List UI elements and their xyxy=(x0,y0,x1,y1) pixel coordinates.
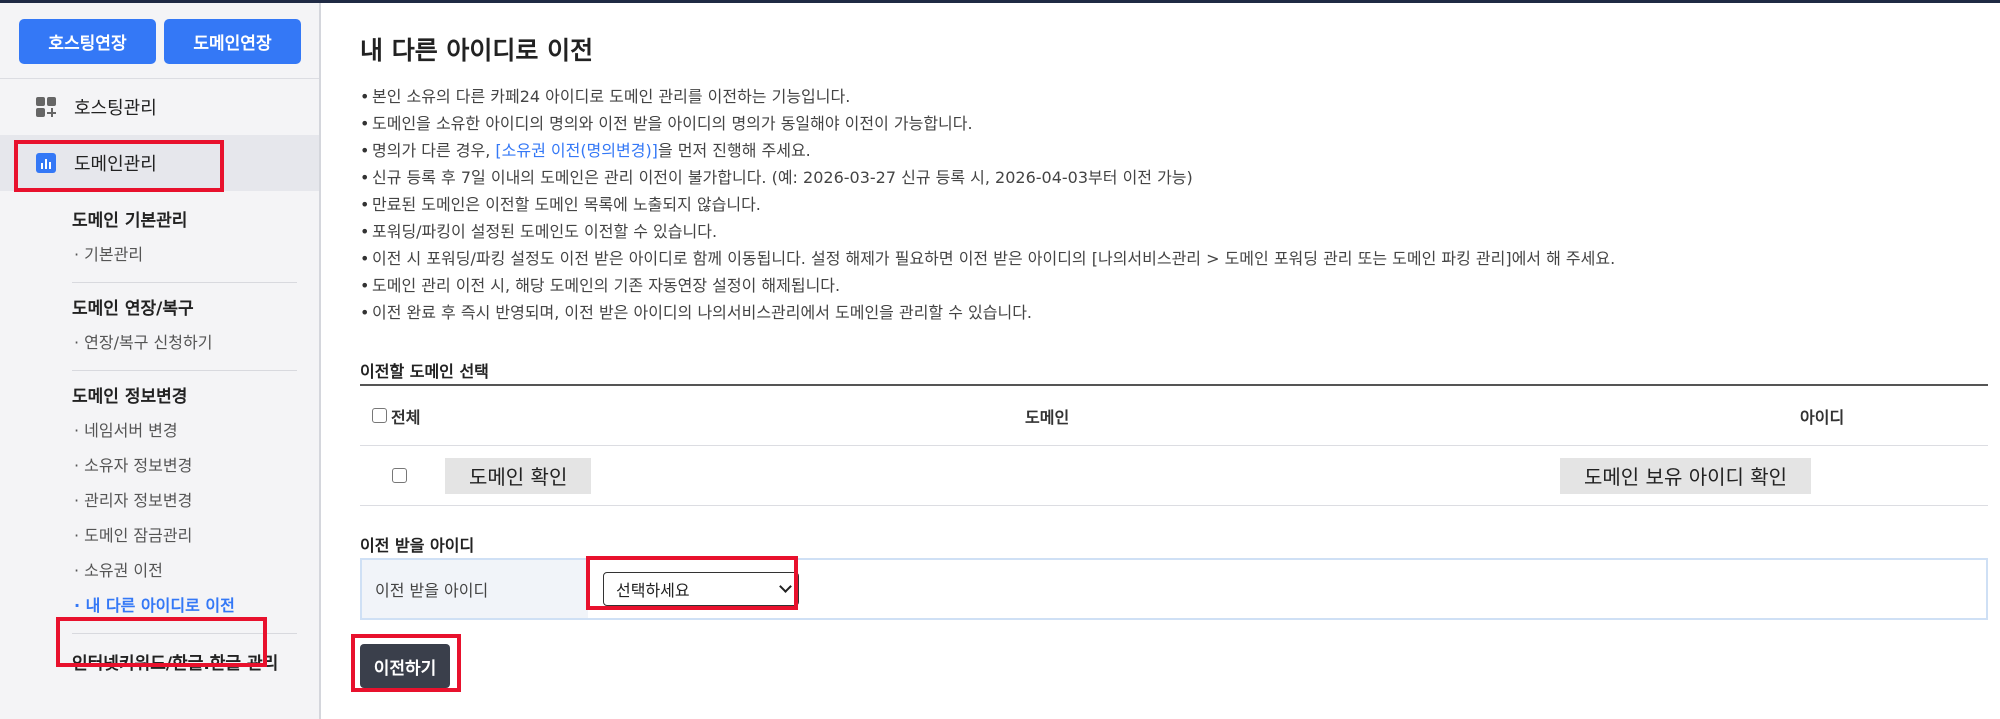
notes-list: 본인 소유의 다른 카페24 아이디로 도메인 관리를 이전하는 기능입니다. … xyxy=(360,83,1990,326)
sidebar-item-basic[interactable]: · 기본관리 xyxy=(72,237,319,272)
note-text: 을 먼저 진행해 주세요. xyxy=(657,141,811,160)
section-title: 도메인 정보변경 xyxy=(72,387,188,407)
note-item: 본인 소유의 다른 카페24 아이디로 도메인 관리를 이전하는 기능입니다. xyxy=(360,83,1990,110)
select-all[interactable]: 전체 xyxy=(372,404,420,428)
nav-hosting-mgmt[interactable]: 호스팅관리 xyxy=(0,79,319,135)
domain-owner-id-check-button[interactable]: 도메인 보유 아이디 확인 xyxy=(1560,457,1812,494)
domain-table: 전체 도메인 아이디 도메인 확인 도메인 보유 아이디 확인 xyxy=(360,384,1988,506)
section-domain-basic: 도메인 기본관리 · 기본관리 xyxy=(0,191,319,272)
divider xyxy=(72,370,297,371)
select-all-checkbox[interactable] xyxy=(372,408,387,423)
select-all-label: 전체 xyxy=(391,407,421,427)
sidebar-top-buttons: 호스팅연장 도메인연장 xyxy=(0,3,319,79)
highlight-box xyxy=(586,556,798,610)
note-item: 이전 완료 후 즉시 반영되며, 이전 받은 아이디의 나의서비스관리에서 도메… xyxy=(360,299,1990,326)
page-title: 내 다른 아이디로 이전 xyxy=(360,36,594,65)
domain-check-button[interactable]: 도메인 확인 xyxy=(445,457,592,494)
domain-column-header: 도메인 xyxy=(1025,407,1070,427)
section-title: 도메인 기본관리 xyxy=(72,211,188,231)
note-item: 도메인 관리 이전 시, 해당 도메인의 기존 자동연장 설정이 해제됩니다. xyxy=(360,272,1990,299)
hosting-renew-button[interactable]: 호스팅연장 xyxy=(19,19,156,64)
section-domain-renew: 도메인 연장/복구 · 연장/복구 신청하기 xyxy=(0,287,319,360)
section-title: 도메인 연장/복구 xyxy=(72,299,194,319)
highlight-box xyxy=(56,617,267,667)
sidebar-item-domain-lock[interactable]: · 도메인 잠금관리 xyxy=(72,518,319,553)
id-column-header: 아이디 xyxy=(1800,407,1845,427)
sidebar-item-owner-info[interactable]: · 소유자 정보변경 xyxy=(72,448,319,483)
recv-id-title: 이전 받을 아이디 xyxy=(360,536,475,555)
recv-id-label: 이전 받을 아이디 xyxy=(362,560,588,618)
sidebar: 호스팅연장 도메인연장 호스팅관리 도메인관리 도메인 기본관리 · 기본관리 … xyxy=(0,3,321,719)
note-text: 명의가 다른 경우, xyxy=(372,141,496,160)
row-checkbox[interactable] xyxy=(392,468,407,483)
table-header: 전체 도메인 아이디 xyxy=(360,386,1988,446)
note-item: 도메인을 소유한 아이디의 명의와 이전 받을 아이디의 명의가 동일해야 이전… xyxy=(360,110,1990,137)
highlight-box xyxy=(14,140,224,192)
note-item: 포워딩/파킹이 설정된 도메인도 이전할 수 있습니다. xyxy=(360,218,1990,245)
note-item: 명의가 다른 경우, [소유권 이전(명의변경)]을 먼저 진행해 주세요. xyxy=(360,137,1990,164)
note-item: 만료된 도메인은 이전할 도메인 목록에 노출되지 않습니다. xyxy=(360,191,1990,218)
note-item: 이전 시 포워딩/파킹 설정도 이전 받은 아이디로 함께 이동됩니다. 설정 … xyxy=(360,245,1990,272)
table-row: 도메인 확인 도메인 보유 아이디 확인 xyxy=(360,446,1988,506)
sidebar-item-nameserver[interactable]: · 네임서버 변경 xyxy=(72,413,319,448)
apps-icon xyxy=(36,97,56,117)
ownership-transfer-link[interactable]: [소유권 이전(명의변경)] xyxy=(495,141,658,160)
sidebar-item-renew-restore[interactable]: · 연장/복구 신청하기 xyxy=(72,325,319,360)
domain-renew-button[interactable]: 도메인연장 xyxy=(164,19,301,64)
note-item: 신규 등록 후 7일 이내의 도메인은 관리 이전이 불가합니다. (예: 20… xyxy=(360,164,1990,191)
select-domain-title: 이전할 도메인 선택 xyxy=(360,362,489,381)
main-content: 내 다른 아이디로 이전 본인 소유의 다른 카페24 아이디로 도메인 관리를… xyxy=(351,3,1990,692)
sidebar-item-ownership-transfer[interactable]: · 소유권 이전 xyxy=(72,553,319,588)
sidebar-item-admin-info[interactable]: · 관리자 정보변경 xyxy=(72,483,319,518)
highlight-box xyxy=(351,634,461,692)
nav-hosting-mgmt-label: 호스팅관리 xyxy=(74,98,157,119)
divider xyxy=(72,282,297,283)
section-domain-info: 도메인 정보변경 · 네임서버 변경 · 소유자 정보변경 · 관리자 정보변경… xyxy=(0,375,319,623)
